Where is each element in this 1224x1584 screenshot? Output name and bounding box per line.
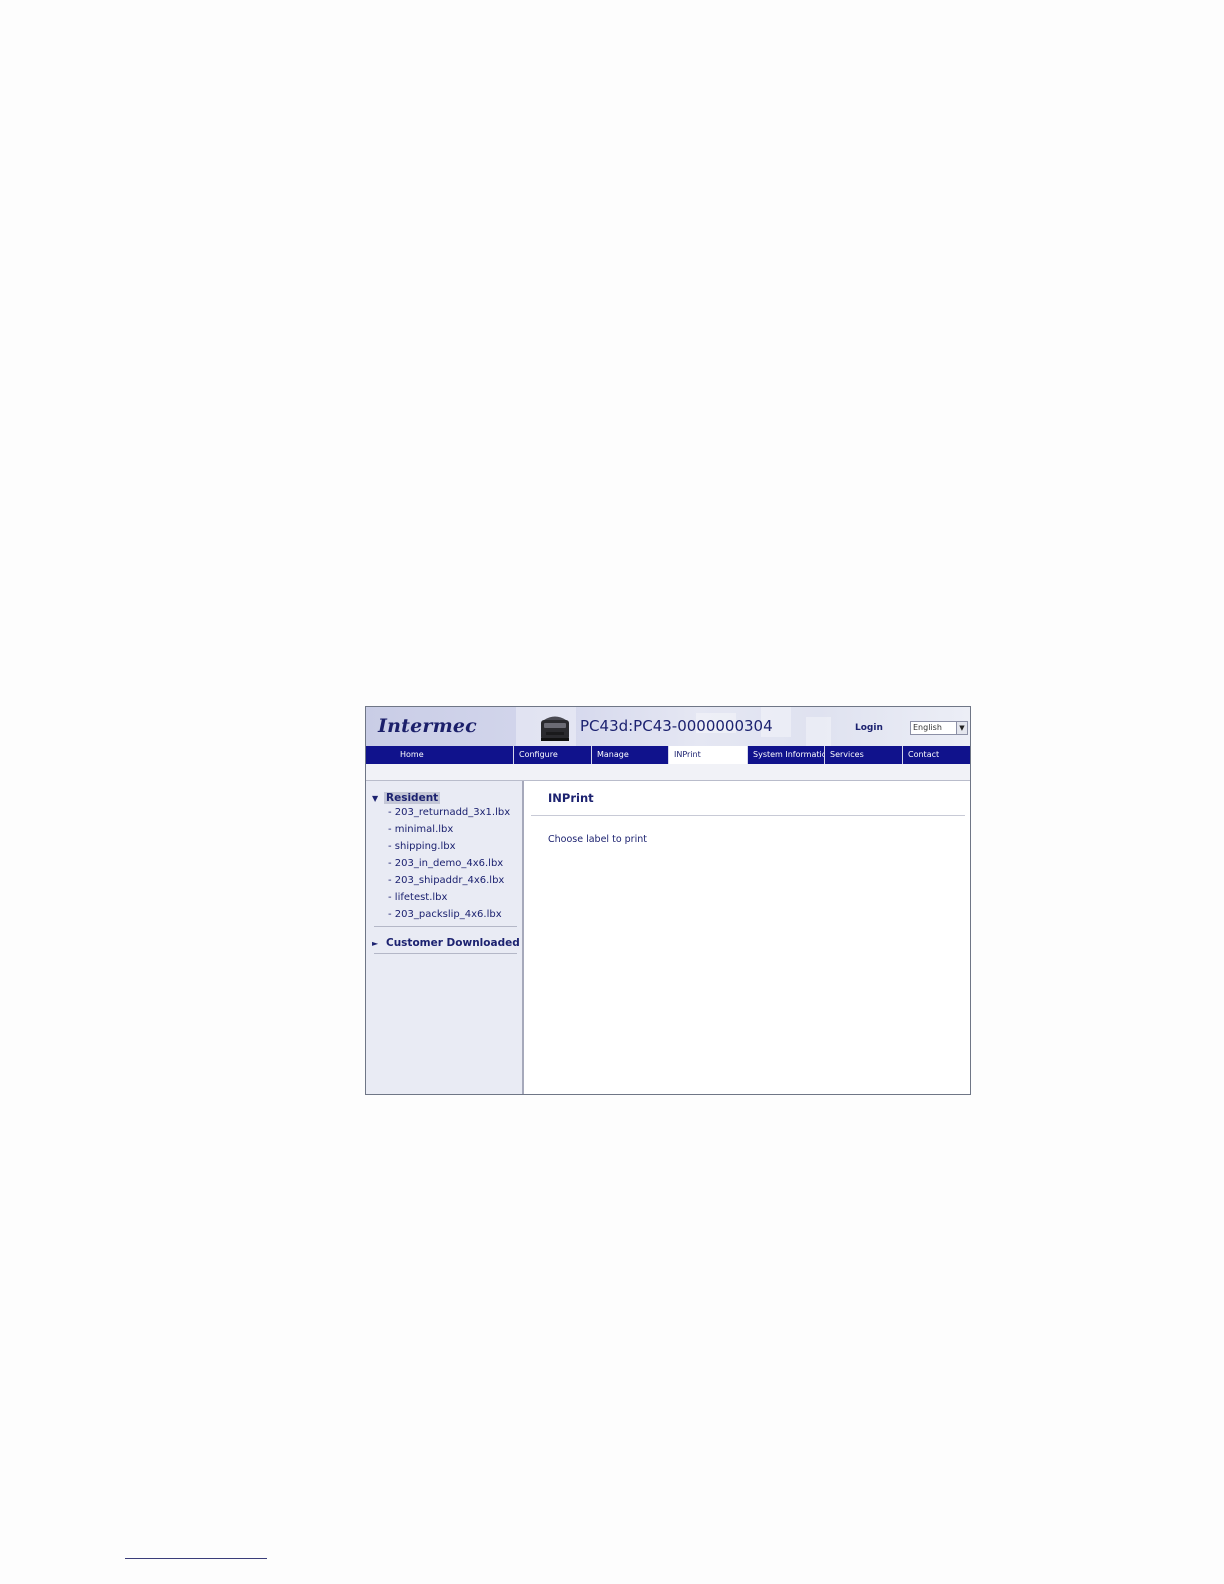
language-selected-value: English [913, 723, 942, 732]
main-content: INPrint Choose label to print [524, 781, 970, 1094]
login-link[interactable]: Login [855, 723, 883, 733]
tree-divider [374, 953, 517, 954]
tree-node-customer-downloaded[interactable]: ► Customer Downloaded [372, 937, 522, 949]
label-file-item[interactable]: - 203_in_demo_4x6.lbx [388, 858, 503, 869]
banner-decoration [806, 717, 831, 746]
label-file-item[interactable]: - 203_returnadd_3x1.lbx [388, 807, 510, 818]
instruction-text: Choose label to print [548, 834, 647, 845]
tab-home[interactable]: Home [366, 746, 514, 764]
web-interface-screenshot: Intermec PC43d:PC43-0000000304 Login Eng… [365, 706, 971, 1095]
tab-contact[interactable]: Contact [903, 746, 970, 764]
sub-toolbar [366, 764, 970, 781]
document-page: Intermec PC43d:PC43-0000000304 Login Eng… [0, 0, 1224, 1584]
label-tree-sidebar: ▼ Resident - 203_returnadd_3x1.lbx - mini… [366, 781, 524, 1094]
title-divider [531, 815, 965, 816]
triangle-right-icon[interactable]: ► [372, 939, 384, 948]
page-title: INPrint [548, 791, 594, 805]
tree-node-label: Resident [384, 792, 441, 804]
label-file-item[interactable]: - 203_shipaddr_4x6.lbx [388, 875, 504, 886]
tree-divider [374, 926, 517, 927]
label-file-item[interactable]: - minimal.lbx [388, 824, 453, 835]
label-file-item[interactable]: - shipping.lbx [388, 841, 456, 852]
label-file-item[interactable]: - lifetest.lbx [388, 892, 447, 903]
tab-configure[interactable]: Configure [514, 746, 592, 764]
tree-node-label: Customer Downloaded [386, 937, 520, 949]
triangle-down-icon[interactable]: ▼ [372, 794, 384, 803]
printer-icon [541, 716, 569, 741]
footnote-separator [125, 1558, 267, 1559]
intermec-logo: Intermec [378, 715, 477, 737]
header-banner: Intermec PC43d:PC43-0000000304 Login Eng… [366, 707, 970, 746]
language-select[interactable]: English ▼ [910, 721, 968, 735]
tab-services[interactable]: Services [825, 746, 903, 764]
label-file-item[interactable]: - 203_packslip_4x6.lbx [388, 909, 502, 920]
tree-node-resident[interactable]: ▼ Resident [372, 792, 441, 804]
tab-inprint[interactable]: INPrint [669, 746, 748, 764]
tab-system-information[interactable]: System Informatio [748, 746, 825, 764]
main-nav: Home Configure Manage INPrint System Inf… [366, 746, 970, 764]
chevron-down-icon[interactable]: ▼ [956, 722, 967, 734]
tab-manage[interactable]: Manage [592, 746, 669, 764]
device-title: PC43d:PC43-0000000304 [580, 717, 773, 735]
